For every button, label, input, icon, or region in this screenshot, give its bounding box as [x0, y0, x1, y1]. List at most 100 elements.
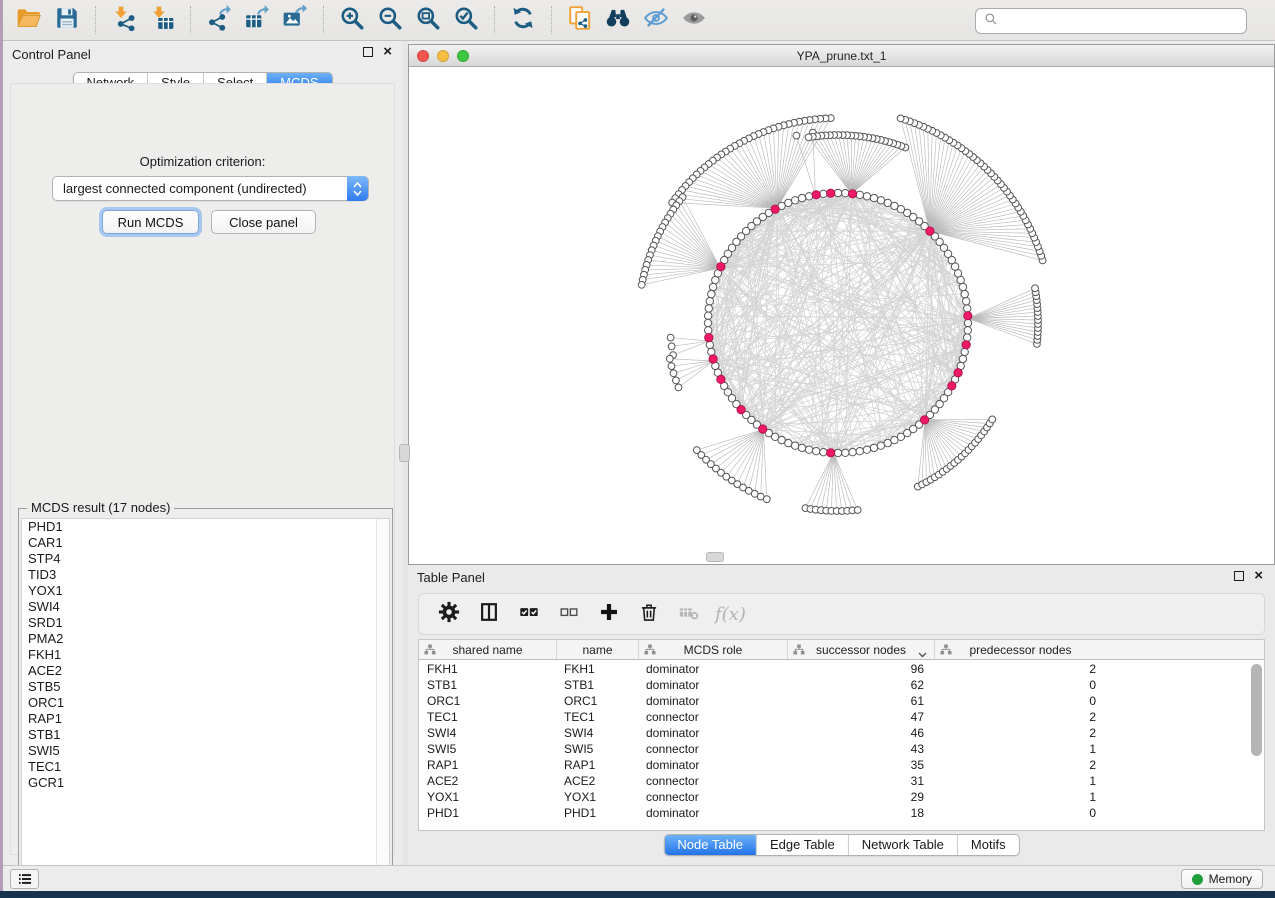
search-binoculars-button[interactable]	[599, 4, 637, 36]
table-cell: connector	[638, 709, 787, 725]
tab-edge-table[interactable]: Edge Table	[756, 835, 848, 855]
show-columns-button[interactable]	[473, 599, 505, 629]
mcds-result-item[interactable]: FKH1	[22, 647, 389, 663]
table-cell: 62	[787, 677, 934, 693]
mcds-result-item[interactable]: SWI4	[22, 599, 389, 615]
share-document-button[interactable]	[561, 4, 599, 36]
mcds-result-item[interactable]: ORC1	[22, 695, 389, 711]
import-network-button[interactable]	[105, 4, 143, 36]
add-column-button[interactable]	[593, 599, 625, 629]
column-header-predecessor-nodes[interactable]: predecessor nodes	[934, 640, 1106, 659]
open-folder-button[interactable]	[10, 4, 48, 36]
control-panel: Control Panel × NetworkStyleSelectMCDS O…	[3, 41, 402, 865]
float-window-icon[interactable]	[363, 47, 373, 57]
deselect-all-rows-button[interactable]	[553, 599, 585, 629]
mcds-result-title: MCDS result (17 nodes)	[27, 500, 174, 515]
hide-graphics-details-button[interactable]	[637, 4, 675, 36]
import-table-icon	[149, 5, 175, 36]
mcds-result-item[interactable]: STP4	[22, 551, 389, 567]
tab-motifs[interactable]: Motifs	[957, 835, 1019, 855]
export-table-icon	[244, 5, 270, 36]
network-graph[interactable]	[409, 67, 1274, 565]
select-all-rows-button[interactable]	[513, 599, 545, 629]
table-row[interactable]: STB1STB1dominator620	[419, 677, 1264, 693]
mcds-result-item[interactable]: TID3	[22, 567, 389, 583]
table-row[interactable]: RAP1RAP1dominator352	[419, 757, 1264, 773]
mcds-result-item[interactable]: SRD1	[22, 615, 389, 631]
import-table-button[interactable]	[143, 4, 181, 36]
mcds-result-item[interactable]: SWI5	[22, 743, 389, 759]
table-cell: STB1	[419, 677, 556, 693]
table-row[interactable]: YOX1YOX1connector291	[419, 789, 1264, 805]
table-cell: SWI4	[556, 725, 638, 741]
network-canvas[interactable]	[409, 67, 1274, 564]
search-box[interactable]	[975, 8, 1247, 34]
zoom-out-button[interactable]	[371, 4, 409, 36]
table-cell: 43	[787, 741, 934, 757]
zoom-fit-button[interactable]	[409, 4, 447, 36]
table-cell: dominator	[638, 693, 787, 709]
export-image-button[interactable]	[276, 4, 314, 36]
criterion-select[interactable]: largest connected component (undirected)	[52, 176, 369, 201]
horizontal-splitter-grip[interactable]	[706, 552, 724, 562]
memory-button-label: Memory	[1209, 872, 1252, 886]
network-window-titlebar[interactable]: YPA_prune.txt_1	[409, 45, 1274, 67]
function-builder-button: f(x)	[715, 604, 746, 625]
table-cell: FKH1	[556, 661, 638, 677]
table-row[interactable]: ORC1ORC1dominator610	[419, 693, 1264, 709]
close-table-panel-icon[interactable]: ×	[1254, 571, 1263, 581]
column-header-successor-nodes[interactable]: successor nodes	[787, 640, 934, 659]
mcds-result-item[interactable]: GCR1	[22, 775, 389, 791]
table-row[interactable]: SWI5SWI5connector431	[419, 741, 1264, 757]
mcds-result-item[interactable]: CAR1	[22, 535, 389, 551]
mcds-result-item[interactable]: RAP1	[22, 711, 389, 727]
refresh-view-button[interactable]	[504, 4, 542, 36]
table-cell: RAP1	[556, 757, 638, 773]
column-label: shared name	[452, 643, 522, 657]
table-row[interactable]: SWI4SWI4dominator462	[419, 725, 1264, 741]
mcds-result-item[interactable]: YOX1	[22, 583, 389, 599]
run-mcds-button[interactable]: Run MCDS	[102, 210, 199, 234]
vertical-splitter-grip[interactable]	[399, 444, 410, 462]
close-panel-icon[interactable]: ×	[383, 47, 392, 57]
column-header-MCDS-role[interactable]: MCDS role	[638, 640, 787, 659]
table-settings-gear-button[interactable]	[433, 599, 465, 629]
table-scrollbar-thumb[interactable]	[1251, 664, 1262, 756]
table-panel: Table Panel × f(x) shared namenameMCDS r…	[408, 565, 1275, 865]
table-cell: dominator	[638, 677, 787, 693]
mcds-result-item[interactable]: STB5	[22, 679, 389, 695]
export-network-button[interactable]	[200, 4, 238, 36]
column-header-name[interactable]: name	[556, 640, 638, 659]
search-input[interactable]	[1004, 11, 1246, 31]
table-cell: 0	[934, 693, 1106, 709]
mcds-result-item[interactable]: PHD1	[22, 519, 389, 535]
zoom-selected-button[interactable]	[447, 4, 485, 36]
close-panel-button[interactable]: Close panel	[211, 210, 316, 234]
mcds-result-item[interactable]: PMA2	[22, 631, 389, 647]
table-row[interactable]: TEC1TEC1connector472	[419, 709, 1264, 725]
export-table-button[interactable]	[238, 4, 276, 36]
zoom-in-button[interactable]	[333, 4, 371, 36]
show-graphics-details-button[interactable]	[675, 4, 713, 36]
tab-network-table[interactable]: Network Table	[848, 835, 957, 855]
tab-node-table[interactable]: Node Table	[664, 835, 756, 855]
mcds-result-item[interactable]: ACE2	[22, 663, 389, 679]
table-row[interactable]: FKH1FKH1dominator962	[419, 661, 1264, 677]
mcds-list-scrollbar[interactable]	[376, 519, 389, 876]
toolbar-separator	[190, 6, 191, 34]
delete-column-button[interactable]	[633, 599, 665, 629]
save-session-button[interactable]	[48, 4, 86, 36]
memory-button[interactable]: Memory	[1181, 869, 1263, 889]
column-header-shared-name[interactable]: shared name	[419, 640, 556, 659]
mcds-tab-content: Optimization criterion: largest connecte…	[10, 83, 395, 855]
mcds-result-item[interactable]: TEC1	[22, 759, 389, 775]
table-row[interactable]: PHD1PHD1dominator180	[419, 805, 1264, 821]
mcds-result-item[interactable]: STB1	[22, 727, 389, 743]
task-history-button[interactable]	[10, 869, 39, 889]
float-table-panel-icon[interactable]	[1234, 571, 1244, 581]
table-scrollbar[interactable]	[1251, 664, 1262, 831]
control-panel-header: Control Panel ×	[3, 41, 402, 67]
show-columns-icon	[478, 601, 500, 628]
table-row[interactable]: ACE2ACE2connector311	[419, 773, 1264, 789]
sort-desc-icon	[918, 647, 927, 661]
